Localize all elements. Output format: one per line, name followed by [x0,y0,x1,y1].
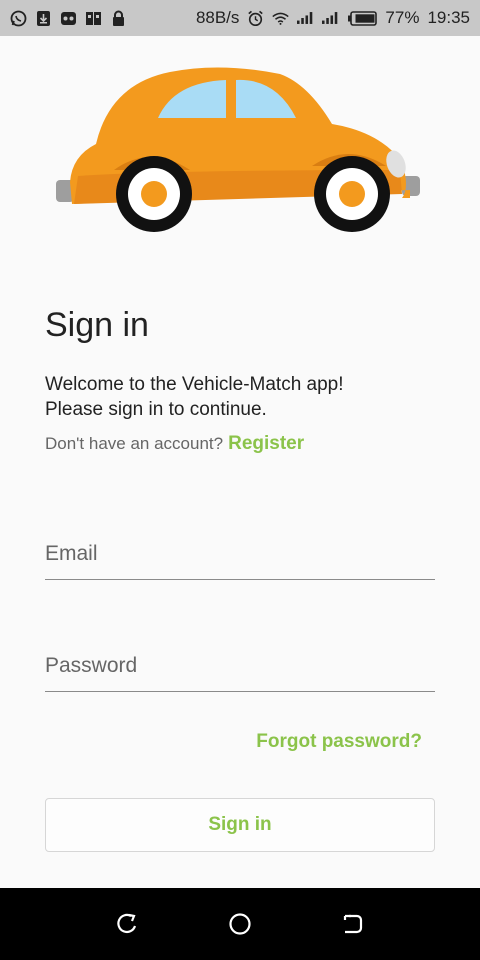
password-field[interactable] [45,634,435,691]
sign-in-button[interactable]: Sign in [45,798,435,852]
register-link[interactable]: Register [228,433,304,455]
signal-icon [322,10,339,27]
back-icon[interactable] [113,910,141,938]
lock-icon [110,10,127,27]
sim-icon [85,10,102,27]
recents-icon[interactable] [339,910,367,938]
battery-icon [347,10,378,27]
welcome-line-2: Please sign in to continue. [45,399,267,420]
battery-percentage: 77% [385,8,420,27]
no-account-text: Don't have an account? [45,434,224,453]
welcome-message: Welcome to the Vehicle-Match app! Please… [45,372,445,422]
wifi-icon [272,10,290,27]
clock: 19:35 [427,8,470,27]
email-field[interactable] [45,522,435,579]
whatsapp-icon [10,10,27,27]
status-left-icons [10,10,127,27]
register-row: Don't have an account? Register [45,433,304,455]
alarm-icon [247,10,264,27]
car-illustration [56,67,420,232]
email-field-container [45,522,435,580]
page-title: Sign in [45,306,149,344]
status-right: 88B/s 77% 19:35 [196,8,470,28]
welcome-line-1: Welcome to the Vehicle-Match app! [45,374,344,395]
home-icon[interactable] [226,910,254,938]
system-nav-bar [0,888,480,960]
password-field-container [45,634,435,692]
network-speed: 88B/s [195,8,240,27]
forgot-password-link[interactable]: Forgot password? [256,731,422,753]
status-bar: 88B/s 77% 19:35 [0,0,480,36]
signal-icon [297,10,314,27]
gamepad-icon [60,10,77,27]
download-icon [35,10,52,27]
